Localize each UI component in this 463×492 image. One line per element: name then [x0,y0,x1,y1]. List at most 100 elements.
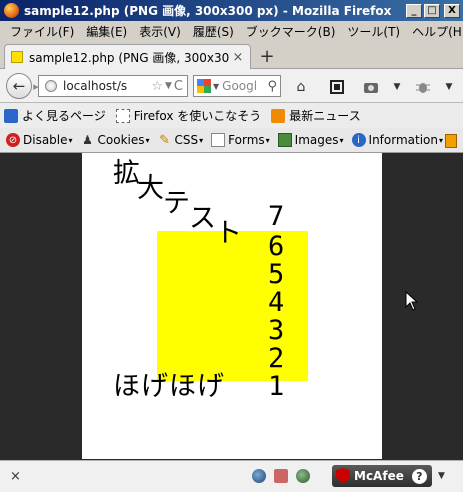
screenshot-icon[interactable] [362,78,380,96]
dev-label: Images [294,133,339,147]
dev-label: Disable [23,133,68,147]
window-controls: _ □ X [406,3,460,18]
screenshot-dropdown-icon[interactable]: ▼ [388,78,406,96]
text-char-5: ト [215,218,242,249]
bookmark-label: 最新ニュース [289,109,361,123]
menu-file[interactable]: ファイル(F) [4,23,80,40]
menu-bookmarks[interactable]: ブックマーク(B) [240,23,342,40]
page-icon [115,108,130,123]
chevron-down-icon: ▾ [339,135,344,145]
image-page-icon [11,51,23,63]
images-icon [277,133,292,147]
cookies-icon: ♟ [82,133,93,147]
yellow-rectangle [157,231,308,381]
menu-tools[interactable]: ツール(T) [341,23,406,40]
bookmark-latest-news[interactable]: 最新ニュース [271,107,361,124]
tab-active[interactable]: sample12.php (PNG 画像, 300x300 px) × [4,44,251,69]
hoge-text: ほげほげ [113,371,225,402]
fullscreen-icon[interactable] [328,78,346,96]
chevron-down-icon: ▾ [439,135,444,145]
dev-label: Cookies [97,133,145,147]
dev-toolbar-overflow-icon[interactable] [445,134,457,148]
number-7: 7 [268,201,285,232]
dev-information-menu[interactable]: i Information ▾ [351,133,444,147]
menu-help[interactable]: ヘルプ(H) [406,23,463,40]
bookmarks-toolbar: よく見るページ Firefox を使いこなそう 最新ニュース [0,103,463,128]
number-5: 5 [268,259,285,290]
tab-close-icon[interactable]: × [230,50,246,65]
rss-icon [271,108,286,123]
disable-icon: ⊘ [6,133,20,147]
menu-edit[interactable]: 編集(E) [80,23,133,40]
addon-bug-icon[interactable] [414,78,432,96]
menu-view[interactable]: 表示(V) [133,23,187,40]
mcafee-label: McAfee [354,469,404,483]
number-6: 6 [268,231,285,262]
addon-flame-icon[interactable] [274,469,288,483]
mcafee-dropdown-icon[interactable]: ▼ [438,471,445,481]
back-button[interactable]: ← [6,73,32,99]
bookmark-label: Firefox を使いこなそう [133,109,262,123]
new-tab-button[interactable]: + [256,47,278,67]
google-icon[interactable] [197,79,211,93]
tab-label: sample12.php (PNG 画像, 300x300 px) [29,50,230,65]
number-2: 2 [268,343,285,374]
mouse-cursor-icon [405,291,419,311]
text-char-2: 大 [137,173,164,204]
menu-history[interactable]: 履歴(S) [187,23,240,40]
maximize-button[interactable]: □ [424,3,440,18]
css-pencil-icon: ✎ [159,132,170,148]
number-1: 1 [268,371,285,402]
dev-css-menu[interactable]: ✎ CSS ▾ [158,132,204,148]
close-addon-bar-icon[interactable]: × [10,469,21,484]
search-input[interactable]: Googl [222,79,267,93]
dev-cookies-menu[interactable]: ♟ Cookies ▾ [81,133,150,147]
chevron-down-icon: ▾ [199,135,204,145]
information-icon: i [351,133,366,147]
navigation-toolbar: ← ▸ localhost/s ☆ ▼ C ▼ Googl ⚲ ⌂ ▼ ▼ [0,69,463,103]
addon-status-icon[interactable] [296,469,310,483]
url-text[interactable]: localhost/s [63,79,151,93]
window-titlebar: sample12.php (PNG 画像, 300x300 px) - Mozi… [0,0,463,21]
dev-forms-menu[interactable]: Forms ▾ [211,133,270,147]
chevron-down-icon: ▾ [145,135,150,145]
web-developer-toolbar: ⊘ Disable ▾ ♟ Cookies ▾ ✎ CSS ▾ Forms ▾ … [0,128,463,153]
content-area: 拡 大 テ ス ト 7 6 5 4 3 2 1 ほげほげ [0,153,463,460]
dev-label: CSS [174,133,199,147]
forms-icon [211,133,226,147]
addon-globe-icon[interactable] [252,469,266,483]
url-dropmark-icon[interactable]: ▼ [165,81,172,91]
site-identity-icon[interactable] [45,80,57,92]
text-char-1: 拡 [113,158,140,189]
menu-bar: ファイル(F) 編集(E) 表示(V) 履歴(S) ブックマーク(B) ツール(… [0,21,463,41]
close-button[interactable]: X [444,3,460,18]
chevron-down-icon: ▾ [68,135,73,145]
dev-images-menu[interactable]: Images ▾ [277,133,344,147]
search-engine-dropdown-icon[interactable]: ▼ [213,82,219,91]
addon-dropdown-icon[interactable]: ▼ [440,78,458,96]
bookmark-firefox-guide[interactable]: Firefox を使いこなそう [115,107,262,124]
bookmark-star-icon[interactable]: ☆ [151,79,163,94]
reload-icon[interactable]: C [174,79,183,94]
most-visited-icon [4,108,18,123]
mcafee-button[interactable]: McAfee ? [332,465,432,487]
text-char-3: テ [163,188,190,219]
search-bar[interactable]: ▼ Googl ⚲ [193,75,281,97]
tab-strip: sample12.php (PNG 画像, 300x300 px) × + [0,41,463,69]
minimize-button[interactable]: _ [406,3,422,18]
window-title: sample12.php (PNG 画像, 300x300 px) - Mozi… [24,4,392,18]
chevron-down-icon: ▾ [265,135,270,145]
bookmark-label: よく見るページ [22,109,106,123]
bookmark-most-visited[interactable]: よく見るページ [4,107,106,124]
dev-disable-menu[interactable]: ⊘ Disable ▾ [6,133,73,147]
dev-label: Information [368,133,438,147]
home-icon[interactable]: ⌂ [292,78,310,96]
dev-label: Forms [228,133,265,147]
number-3: 3 [268,315,285,346]
mcafee-shield-icon [336,468,350,484]
help-icon[interactable]: ? [411,468,427,484]
url-bar[interactable]: localhost/s ☆ ▼ C [38,75,188,97]
status-bar: × McAfee ? ▼ [0,460,463,492]
text-char-4: ス [189,203,216,234]
search-icon[interactable]: ⚲ [267,79,277,94]
